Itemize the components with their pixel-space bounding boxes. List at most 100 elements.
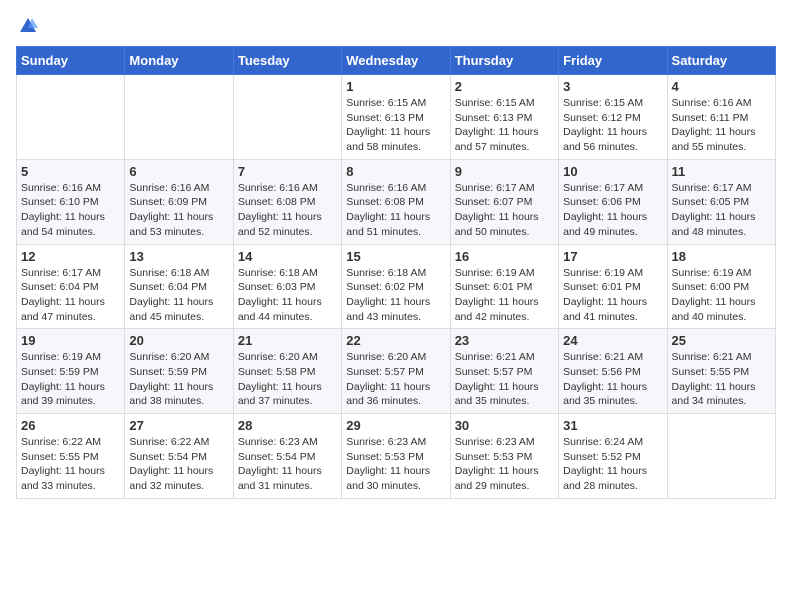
day-number: 2	[455, 79, 554, 94]
day-number: 29	[346, 418, 445, 433]
day-info: Sunrise: 6:15 AM Sunset: 6:12 PM Dayligh…	[563, 96, 662, 155]
day-info: Sunrise: 6:15 AM Sunset: 6:13 PM Dayligh…	[346, 96, 445, 155]
day-number: 14	[238, 249, 337, 264]
day-info: Sunrise: 6:22 AM Sunset: 5:55 PM Dayligh…	[21, 435, 120, 494]
day-info: Sunrise: 6:24 AM Sunset: 5:52 PM Dayligh…	[563, 435, 662, 494]
day-number: 7	[238, 164, 337, 179]
calendar-cell: 1 Sunrise: 6:15 AM Sunset: 6:13 PM Daylig…	[342, 75, 450, 160]
day-info: Sunrise: 6:19 AM Sunset: 6:01 PM Dayligh…	[455, 266, 554, 325]
day-number: 28	[238, 418, 337, 433]
day-number: 30	[455, 418, 554, 433]
calendar-header-friday: Friday	[559, 47, 667, 75]
calendar-cell: 26Sunrise: 6:22 AM Sunset: 5:55 PM Dayli…	[17, 414, 125, 499]
calendar-cell: 24 Sunrise: 6:21 AM Sunset: 5:56 PM Dayli…	[559, 329, 667, 414]
calendar-week-4: 26Sunrise: 6:22 AM Sunset: 5:55 PM Dayli…	[17, 414, 776, 499]
day-number: 13	[129, 249, 228, 264]
calendar-cell	[17, 75, 125, 160]
logo	[16, 16, 38, 36]
calendar-header-wednesday: Wednesday	[342, 47, 450, 75]
calendar-header-thursday: Thursday	[450, 47, 558, 75]
day-number: 6	[129, 164, 228, 179]
day-number: 12	[21, 249, 120, 264]
calendar-cell: 29 Sunrise: 6:23 AM Sunset: 5:53 PM Dayli…	[342, 414, 450, 499]
calendar-header-saturday: Saturday	[667, 47, 775, 75]
calendar-week-3: 19 Sunrise: 6:19 AM Sunset: 5:59 PM Dayli…	[17, 329, 776, 414]
day-number: 1	[346, 79, 445, 94]
day-info: Sunrise: 6:19 AM Sunset: 6:01 PM Dayligh…	[563, 266, 662, 325]
calendar-cell: 19 Sunrise: 6:19 AM Sunset: 5:59 PM Dayli…	[17, 329, 125, 414]
day-info: Sunrise: 6:18 AM Sunset: 6:03 PM Dayligh…	[238, 266, 337, 325]
day-info: Sunrise: 6:17 AM Sunset: 6:07 PM Dayligh…	[455, 181, 554, 240]
calendar-week-1: 5 Sunrise: 6:16 AM Sunset: 6:10 PM Daylig…	[17, 159, 776, 244]
calendar-cell: 21 Sunrise: 6:20 AM Sunset: 5:58 PM Dayli…	[233, 329, 341, 414]
calendar-cell	[125, 75, 233, 160]
calendar-cell: 12 Sunrise: 6:17 AM Sunset: 6:04 PM Dayli…	[17, 244, 125, 329]
day-number: 25	[672, 333, 771, 348]
day-info: Sunrise: 6:17 AM Sunset: 6:06 PM Dayligh…	[563, 181, 662, 240]
day-info: Sunrise: 6:20 AM Sunset: 5:57 PM Dayligh…	[346, 350, 445, 409]
day-number: 15	[346, 249, 445, 264]
calendar-header-row: SundayMondayTuesdayWednesdayThursdayFrid…	[17, 47, 776, 75]
calendar-cell: 7 Sunrise: 6:16 AM Sunset: 6:08 PM Daylig…	[233, 159, 341, 244]
calendar-cell	[667, 414, 775, 499]
day-info: Sunrise: 6:16 AM Sunset: 6:11 PM Dayligh…	[672, 96, 771, 155]
day-info: Sunrise: 6:23 AM Sunset: 5:53 PM Dayligh…	[346, 435, 445, 494]
day-number: 4	[672, 79, 771, 94]
calendar-cell: 28 Sunrise: 6:23 AM Sunset: 5:54 PM Dayli…	[233, 414, 341, 499]
logo-icon	[18, 16, 38, 36]
day-info: Sunrise: 6:16 AM Sunset: 6:08 PM Dayligh…	[238, 181, 337, 240]
day-info: Sunrise: 6:18 AM Sunset: 6:04 PM Dayligh…	[129, 266, 228, 325]
day-info: Sunrise: 6:20 AM Sunset: 5:58 PM Dayligh…	[238, 350, 337, 409]
calendar-cell	[233, 75, 341, 160]
calendar-header-sunday: Sunday	[17, 47, 125, 75]
day-info: Sunrise: 6:23 AM Sunset: 5:54 PM Dayligh…	[238, 435, 337, 494]
day-info: Sunrise: 6:16 AM Sunset: 6:08 PM Dayligh…	[346, 181, 445, 240]
calendar-cell: 11 Sunrise: 6:17 AM Sunset: 6:05 PM Dayli…	[667, 159, 775, 244]
calendar-cell: 30Sunrise: 6:23 AM Sunset: 5:53 PM Dayli…	[450, 414, 558, 499]
day-info: Sunrise: 6:16 AM Sunset: 6:09 PM Dayligh…	[129, 181, 228, 240]
day-info: Sunrise: 6:19 AM Sunset: 6:00 PM Dayligh…	[672, 266, 771, 325]
calendar-cell: 18Sunrise: 6:19 AM Sunset: 6:00 PM Dayli…	[667, 244, 775, 329]
calendar-week-0: 1 Sunrise: 6:15 AM Sunset: 6:13 PM Daylig…	[17, 75, 776, 160]
day-number: 21	[238, 333, 337, 348]
day-info: Sunrise: 6:21 AM Sunset: 5:57 PM Dayligh…	[455, 350, 554, 409]
calendar-cell: 9 Sunrise: 6:17 AM Sunset: 6:07 PM Daylig…	[450, 159, 558, 244]
calendar-cell: 8Sunrise: 6:16 AM Sunset: 6:08 PM Daylig…	[342, 159, 450, 244]
calendar-cell: 14 Sunrise: 6:18 AM Sunset: 6:03 PM Dayli…	[233, 244, 341, 329]
calendar-cell: 15 Sunrise: 6:18 AM Sunset: 6:02 PM Dayli…	[342, 244, 450, 329]
day-number: 22	[346, 333, 445, 348]
day-info: Sunrise: 6:22 AM Sunset: 5:54 PM Dayligh…	[129, 435, 228, 494]
calendar-cell: 22 Sunrise: 6:20 AM Sunset: 5:57 PM Dayli…	[342, 329, 450, 414]
day-number: 24	[563, 333, 662, 348]
day-info: Sunrise: 6:17 AM Sunset: 6:05 PM Dayligh…	[672, 181, 771, 240]
day-info: Sunrise: 6:17 AM Sunset: 6:04 PM Dayligh…	[21, 266, 120, 325]
page-header	[16, 16, 776, 36]
day-number: 17	[563, 249, 662, 264]
calendar-table: SundayMondayTuesdayWednesdayThursdayFrid…	[16, 46, 776, 499]
calendar-cell: 6 Sunrise: 6:16 AM Sunset: 6:09 PM Daylig…	[125, 159, 233, 244]
day-number: 10	[563, 164, 662, 179]
day-info: Sunrise: 6:20 AM Sunset: 5:59 PM Dayligh…	[129, 350, 228, 409]
calendar-header-monday: Monday	[125, 47, 233, 75]
day-number: 20	[129, 333, 228, 348]
calendar-cell: 2 Sunrise: 6:15 AM Sunset: 6:13 PM Daylig…	[450, 75, 558, 160]
calendar-cell: 13 Sunrise: 6:18 AM Sunset: 6:04 PM Dayli…	[125, 244, 233, 329]
calendar-cell: 23Sunrise: 6:21 AM Sunset: 5:57 PM Dayli…	[450, 329, 558, 414]
calendar-body: 1 Sunrise: 6:15 AM Sunset: 6:13 PM Daylig…	[17, 75, 776, 499]
calendar-cell: 3Sunrise: 6:15 AM Sunset: 6:12 PM Daylig…	[559, 75, 667, 160]
calendar-cell: 31 Sunrise: 6:24 AM Sunset: 5:52 PM Dayli…	[559, 414, 667, 499]
day-number: 11	[672, 164, 771, 179]
day-info: Sunrise: 6:15 AM Sunset: 6:13 PM Dayligh…	[455, 96, 554, 155]
day-number: 5	[21, 164, 120, 179]
calendar-cell: 10 Sunrise: 6:17 AM Sunset: 6:06 PM Dayli…	[559, 159, 667, 244]
day-info: Sunrise: 6:16 AM Sunset: 6:10 PM Dayligh…	[21, 181, 120, 240]
day-info: Sunrise: 6:21 AM Sunset: 5:56 PM Dayligh…	[563, 350, 662, 409]
day-info: Sunrise: 6:19 AM Sunset: 5:59 PM Dayligh…	[21, 350, 120, 409]
day-info: Sunrise: 6:18 AM Sunset: 6:02 PM Dayligh…	[346, 266, 445, 325]
day-number: 9	[455, 164, 554, 179]
calendar-cell: 20 Sunrise: 6:20 AM Sunset: 5:59 PM Dayli…	[125, 329, 233, 414]
calendar-cell: 4 Sunrise: 6:16 AM Sunset: 6:11 PM Daylig…	[667, 75, 775, 160]
day-number: 31	[563, 418, 662, 433]
day-number: 19	[21, 333, 120, 348]
calendar-week-2: 12 Sunrise: 6:17 AM Sunset: 6:04 PM Dayli…	[17, 244, 776, 329]
